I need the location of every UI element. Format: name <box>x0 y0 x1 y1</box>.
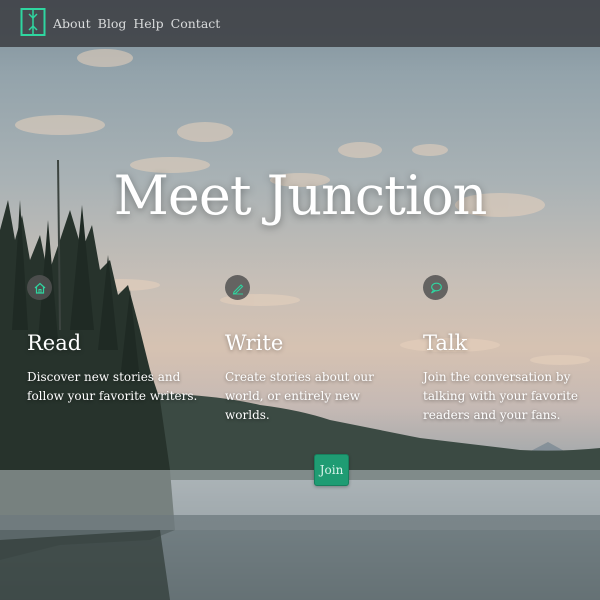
nav-links: About Blog Help Contact <box>53 0 220 47</box>
hero-title: Meet Junction <box>113 164 488 227</box>
book-logo-icon[interactable] <box>20 7 46 37</box>
nav-link-help[interactable]: Help <box>133 16 163 31</box>
nav-link-contact[interactable]: Contact <box>171 16 221 31</box>
feature-talk: Talk Join the conversation by talking wi… <box>423 275 598 425</box>
home-icon <box>27 275 52 300</box>
join-button[interactable]: Join <box>314 454 349 486</box>
feature-talk-text: Join the conversation by talking with yo… <box>423 370 579 422</box>
feature-write-text: Create stories about our world, or entir… <box>225 370 374 422</box>
nav-link-about[interactable]: About <box>53 16 91 31</box>
feature-read: Read Discover new stories and follow you… <box>27 275 202 406</box>
feature-talk-title: Talk <box>423 331 468 355</box>
feature-write-title: Write <box>225 331 284 355</box>
nav-link-blog[interactable]: Blog <box>98 16 127 31</box>
speech-bubble-icon <box>423 275 448 300</box>
feature-read-text: Discover new stories and follow your fav… <box>27 370 198 403</box>
top-navbar: About Blog Help Contact <box>0 0 600 47</box>
feature-write: Write Create stories about our world, or… <box>225 275 400 425</box>
feature-read-title: Read <box>27 331 82 355</box>
pencil-icon <box>225 275 250 300</box>
